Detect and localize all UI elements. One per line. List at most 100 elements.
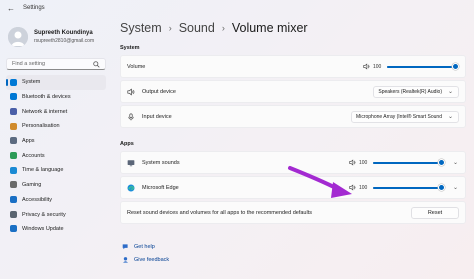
output-device-value: Speakers (Realtek(R) Audio) bbox=[378, 88, 442, 95]
sidebar-item-accessibility[interactable]: Accessibility bbox=[6, 193, 106, 208]
output-device-select[interactable]: Speakers (Realtek(R) Audio) ⌄ bbox=[373, 85, 459, 98]
chevron-right-icon: › bbox=[168, 23, 172, 33]
search-input[interactable] bbox=[12, 61, 92, 67]
breadcrumb-sound[interactable]: Sound bbox=[179, 21, 215, 35]
sidebar-item-privacy-security[interactable]: Privacy & security bbox=[6, 207, 106, 222]
bluetooth-icon bbox=[10, 93, 17, 101]
windows-update-icon bbox=[10, 225, 17, 233]
search-icon[interactable] bbox=[93, 60, 100, 68]
feedback-icon bbox=[123, 257, 128, 263]
accessibility-icon bbox=[10, 196, 17, 203]
avatar bbox=[8, 27, 28, 47]
slider-fill bbox=[387, 65, 459, 68]
sidebar-item-windows-update[interactable]: Windows Update bbox=[6, 222, 106, 237]
sidebar-item-gaming[interactable]: Gaming bbox=[6, 178, 106, 193]
give-feedback-label: Give feedback bbox=[134, 256, 170, 263]
section-label-system: System bbox=[120, 45, 140, 51]
speaker-icon[interactable] bbox=[363, 63, 370, 70]
help-links: Get help Give feedback bbox=[120, 240, 466, 266]
help-icon bbox=[122, 244, 128, 250]
system-sounds-volume-slider[interactable] bbox=[373, 159, 445, 166]
output-device-card: Output device Speakers (Realtek(R) Audio… bbox=[120, 80, 466, 103]
chevron-down-icon[interactable]: ⌄ bbox=[453, 159, 459, 166]
input-device-label: Input device bbox=[142, 113, 172, 120]
chevron-down-icon: ⌄ bbox=[448, 114, 454, 120]
section-label-apps: Apps bbox=[120, 141, 134, 147]
master-volume-card: Volume 100 bbox=[120, 55, 466, 78]
sidebar-item-label: Windows Update bbox=[22, 226, 64, 233]
reset-description: Reset sound devices and volumes for all … bbox=[127, 209, 312, 216]
volume-value: 100 bbox=[359, 159, 368, 166]
sidebar-item-system[interactable]: System bbox=[6, 75, 106, 90]
speaker-icon[interactable] bbox=[349, 184, 356, 191]
title-bar: ← Settings bbox=[0, 0, 474, 16]
master-volume-slider[interactable] bbox=[387, 63, 459, 70]
apps-icon bbox=[10, 137, 17, 145]
sidebar-item-label: Accounts bbox=[22, 152, 45, 159]
get-help-label: Get help bbox=[134, 243, 155, 250]
sidebar-nav: System Bluetooth & devices Network & int… bbox=[0, 75, 112, 237]
system-sounds-icon bbox=[127, 159, 135, 166]
speaker-icon[interactable] bbox=[349, 159, 356, 166]
time-language-icon bbox=[10, 166, 17, 174]
app-volume-row-system-sounds[interactable]: System sounds 100 ⌄ bbox=[120, 151, 466, 174]
profile-email: rsupreeth2810@gmail.com bbox=[34, 38, 95, 44]
breadcrumb: System › Sound › Volume mixer bbox=[120, 16, 466, 40]
sidebar-item-label: Gaming bbox=[22, 182, 42, 189]
input-device-select[interactable]: Microphone Array (Intel® Smart Sound ⌄ bbox=[351, 110, 459, 123]
sidebar-item-label: Accessibility bbox=[22, 196, 52, 203]
sidebar-item-label: Apps bbox=[22, 138, 35, 145]
slider-thumb[interactable] bbox=[451, 63, 459, 70]
back-arrow-icon[interactable]: ← bbox=[7, 4, 19, 13]
accounts-icon bbox=[10, 151, 17, 159]
volume-value: 100 bbox=[373, 63, 382, 70]
app-name: System sounds bbox=[142, 159, 180, 166]
main-content: System › Sound › Volume mixer System Vol… bbox=[120, 16, 466, 266]
search-box[interactable] bbox=[6, 58, 106, 70]
sidebar-item-bluetooth-devices[interactable]: Bluetooth & devices bbox=[6, 90, 106, 105]
breadcrumb-system[interactable]: System bbox=[120, 21, 162, 35]
page-title: Volume mixer bbox=[231, 21, 308, 35]
reset-card: Reset sound devices and volumes for all … bbox=[120, 201, 466, 224]
chevron-down-icon: ⌄ bbox=[448, 89, 454, 95]
give-feedback-link[interactable]: Give feedback bbox=[120, 253, 466, 266]
gaming-icon bbox=[10, 181, 17, 189]
profile-name: Supreeth Koundinya bbox=[34, 30, 93, 36]
speaker-output-icon bbox=[127, 88, 135, 95]
sidebar-item-label: Bluetooth & devices bbox=[22, 94, 71, 101]
app-name: Microsoft Edge bbox=[142, 184, 179, 191]
microsoft-edge-volume-slider[interactable] bbox=[373, 184, 445, 191]
get-help-link[interactable]: Get help bbox=[120, 240, 466, 253]
slider-thumb[interactable] bbox=[437, 184, 445, 191]
sidebar-item-label: Network & internet bbox=[22, 108, 68, 115]
sidebar-item-label: System bbox=[22, 79, 41, 86]
chevron-down-icon[interactable]: ⌄ bbox=[453, 184, 459, 191]
user-profile[interactable]: Supreeth Koundinya rsupreeth2810@gmail.c… bbox=[0, 16, 112, 52]
sidebar-item-label: Privacy & security bbox=[22, 211, 66, 218]
slider-fill bbox=[373, 186, 445, 189]
slider-fill bbox=[373, 161, 445, 164]
app-volume-row-microsoft-edge[interactable]: Microsoft Edge 100 ⌄ bbox=[120, 176, 466, 199]
window-title: Settings bbox=[23, 5, 45, 11]
slider-thumb[interactable] bbox=[437, 159, 445, 166]
edge-icon bbox=[127, 183, 135, 192]
network-icon bbox=[10, 107, 17, 115]
system-icon bbox=[10, 78, 17, 86]
volume-label: Volume bbox=[127, 63, 146, 70]
sidebar-item-accounts[interactable]: Accounts bbox=[6, 148, 106, 163]
reset-button[interactable]: Reset bbox=[411, 206, 459, 219]
sidebar-item-time-language[interactable]: Time & language bbox=[6, 163, 106, 178]
input-device-card: Input device Microphone Array (Intel® Sm… bbox=[120, 105, 466, 128]
sidebar-item-apps[interactable]: Apps bbox=[6, 134, 106, 149]
sidebar: Supreeth Koundinya rsupreeth2810@gmail.c… bbox=[0, 16, 112, 279]
chevron-right-icon: › bbox=[221, 23, 225, 33]
sidebar-item-network-internet[interactable]: Network & internet bbox=[6, 104, 106, 119]
brush-icon bbox=[10, 122, 17, 130]
volume-value: 100 bbox=[359, 184, 368, 191]
shield-icon bbox=[10, 210, 17, 218]
input-device-value: Microphone Array (Intel® Smart Sound bbox=[356, 113, 442, 120]
sidebar-item-label: Time & language bbox=[22, 167, 64, 174]
output-device-label: Output device bbox=[142, 88, 176, 95]
sidebar-item-personalisation[interactable]: Personalisation bbox=[6, 119, 106, 134]
microphone-icon bbox=[128, 112, 134, 120]
